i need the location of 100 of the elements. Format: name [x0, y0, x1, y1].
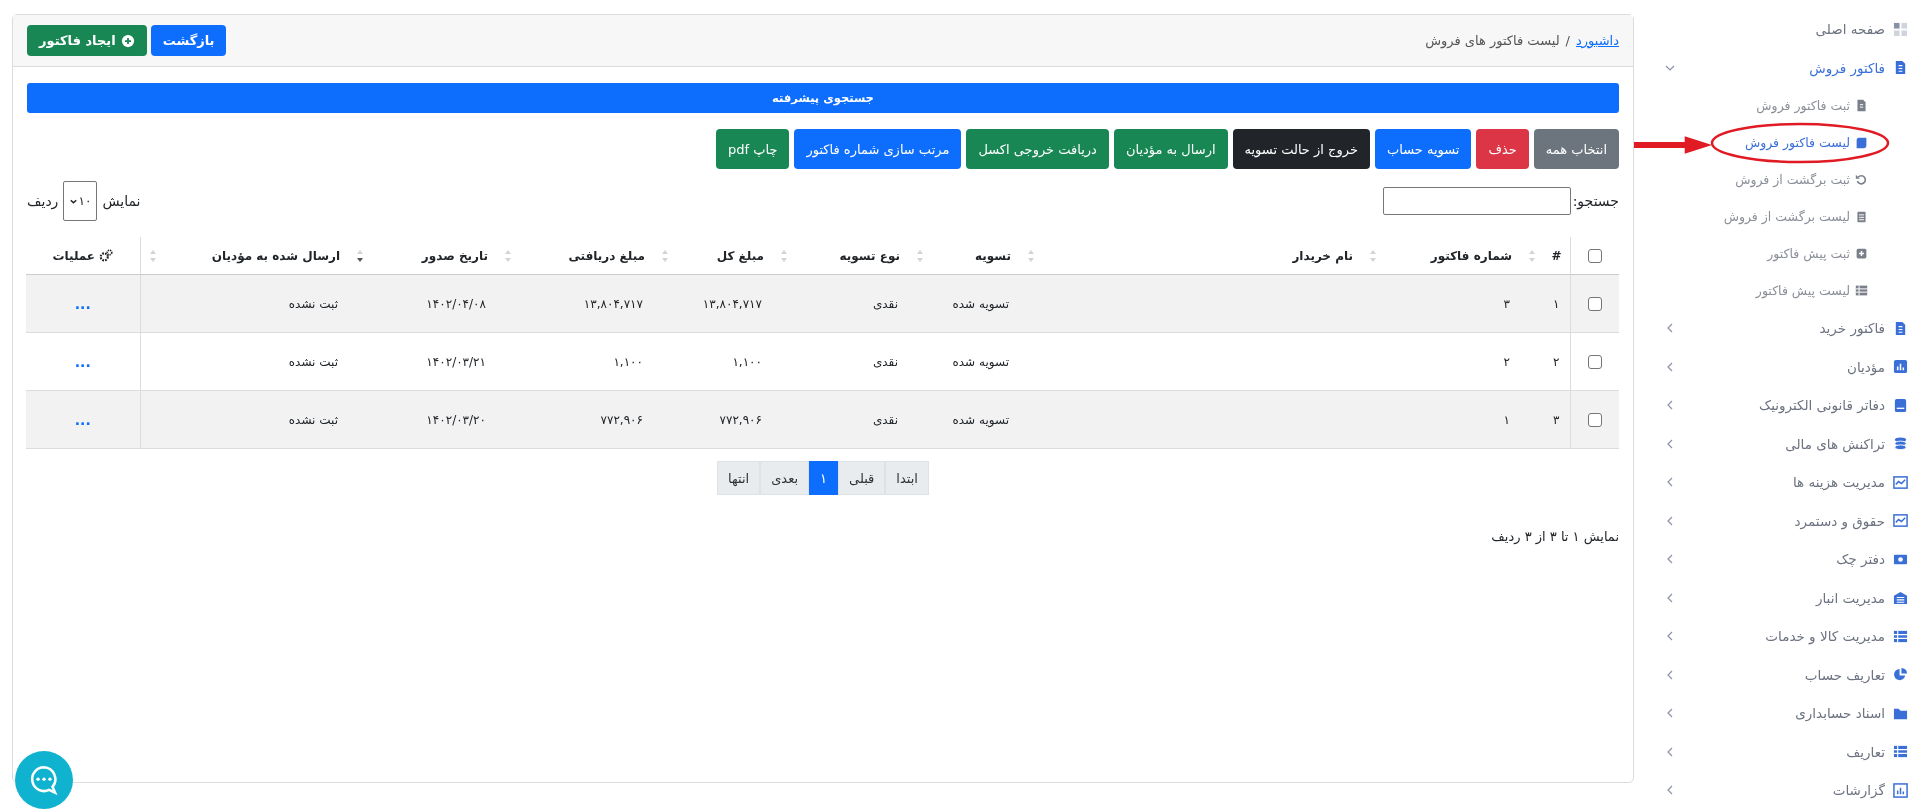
sidebar-item[interactable]: تراکنش های مالی — [1634, 424, 1908, 463]
advanced-search-button[interactable]: جستجوی پیشرفته — [27, 83, 1619, 113]
select-all-checkbox[interactable] — [1587, 248, 1602, 263]
action-button[interactable]: ارسال به مؤدیان — [1113, 129, 1228, 169]
sidebar-item[interactable]: فاکتور خرید — [1634, 309, 1908, 348]
bar-chart-icon — [1893, 359, 1908, 375]
row-checkbox[interactable] — [1587, 354, 1602, 369]
sidebar-item[interactable]: مؤدیان — [1634, 347, 1908, 386]
grid-icon — [1893, 21, 1908, 37]
chat-button[interactable] — [15, 751, 73, 809]
table-cell: ۱۴۰۲/۰۴/۰۸ — [426, 296, 486, 311]
table-info: نمایش ۱ تا ۳ از ۳ ردیف — [1490, 529, 1619, 544]
more-actions-link[interactable]: ... — [74, 353, 91, 370]
plus-circle-icon — [120, 33, 135, 48]
sidebar-item[interactable]: اسناد حسابداری — [1634, 694, 1908, 733]
sidebar-item[interactable]: تعاریف حساب — [1634, 655, 1908, 694]
book-icon — [1893, 397, 1908, 413]
column-header: عملیات — [52, 248, 96, 263]
table-cell: ۳ — [1553, 412, 1560, 427]
sidebar-subitem[interactable]: لیست برگشت از فروش — [1723, 209, 1868, 224]
sidebar-subitem[interactable]: لیست پیش فاکتور — [1755, 283, 1868, 298]
sidebar-item[interactable]: حقوق و دستمرد — [1634, 501, 1908, 540]
table-cell: تسویه شده — [952, 296, 1009, 311]
table-cell: تسویه شده — [952, 354, 1009, 369]
pagination-button[interactable]: انتها — [717, 461, 761, 495]
action-button[interactable]: حذف — [1476, 129, 1529, 169]
document-icon — [1893, 60, 1908, 76]
sidebar-item[interactable]: تعاریف — [1634, 732, 1908, 771]
column-header: # — [1551, 248, 1562, 263]
sidebar-item[interactable]: مدیریت هزینه ها — [1634, 463, 1908, 502]
breadcrumb-separator: / — [1565, 33, 1570, 48]
sidebar-item[interactable]: دفاتر قانونی الکترونیک — [1634, 386, 1908, 425]
clipboard-icon — [1855, 210, 1868, 223]
action-button[interactable]: مرتب سازی شماره فاکتور — [794, 129, 962, 169]
table-cell: نقدی — [872, 354, 898, 369]
sidebar-subitem[interactable]: ثبت فاکتور فروش — [1756, 98, 1868, 113]
list-icon — [1893, 628, 1908, 644]
search-label: جستجو: — [1572, 193, 1619, 209]
pie-chart-icon — [1893, 667, 1908, 683]
sidebar-item[interactable]: صفحه اصلی — [1634, 10, 1908, 49]
pagination-button[interactable]: بعدی — [760, 461, 810, 495]
action-button[interactable]: چاپ pdf — [715, 129, 790, 169]
table-cell: نقدی — [872, 296, 898, 311]
pagination-button[interactable]: ۱ — [809, 461, 839, 495]
table-cell: ۷۷۲,۹۰۶ — [600, 412, 643, 427]
column-header: مبلغ کل — [716, 248, 764, 263]
table-cell: ۲ — [1503, 354, 1510, 369]
sidebar-item[interactable]: فاکتور فروش — [1634, 48, 1908, 87]
action-button[interactable]: تسویه حساب — [1374, 129, 1472, 169]
page-length-unit: ردیف — [27, 193, 59, 209]
table-cell: ۱,۱۰۰ — [613, 354, 643, 369]
table-cell: ۱,۱۰۰ — [732, 354, 762, 369]
gears-icon — [99, 248, 114, 263]
column-header: تسویه — [974, 248, 1011, 263]
row-checkbox[interactable] — [1587, 296, 1602, 311]
table-cell: ۱۳,۸۰۴,۷۱۷ — [583, 296, 643, 311]
column-header: نوع تسویه — [839, 248, 900, 263]
table-cell: ۳ — [1503, 296, 1510, 311]
sort-icon[interactable] — [356, 248, 364, 263]
table-cell: ثبت نشده — [288, 296, 338, 311]
line-chart-icon — [1893, 513, 1908, 529]
list-icon — [1855, 284, 1868, 297]
action-button[interactable]: دریافت خروجی اکسل — [966, 129, 1109, 169]
column-header: مبلغ دریافتی — [568, 248, 645, 263]
create-invoice-button[interactable]: ایجاد فاکتور — [27, 25, 147, 56]
breadcrumb-current: لیست فاکتور های فروش — [1425, 33, 1560, 48]
sidebar-subitem[interactable]: ثبت پیش فاکتور — [1767, 246, 1868, 261]
sidebar-item[interactable]: مدیریت کالا و خدمات — [1634, 617, 1908, 656]
document-icon — [1893, 320, 1908, 336]
sidebar-item[interactable]: گزارشات — [1634, 771, 1908, 810]
more-actions-link[interactable]: ... — [74, 295, 91, 312]
sidebar-item[interactable]: مدیریت انبار — [1634, 578, 1908, 617]
pagination-button[interactable]: ابتدا — [885, 461, 929, 495]
table-cell: ۱۴۰۲/۰۳/۲۱ — [426, 354, 486, 369]
table-cell: تسویه شده — [952, 412, 1009, 427]
column-header: ارسال شده به مؤدیان — [211, 248, 340, 263]
column-header: تاریخ صدور — [421, 248, 488, 263]
back-button[interactable]: بازگشت — [150, 25, 227, 56]
action-button[interactable]: انتخاب همه — [1533, 129, 1619, 169]
undo-icon — [1855, 173, 1868, 186]
row-checkbox[interactable] — [1587, 412, 1602, 427]
sidebar-item[interactable]: دفتر چک — [1634, 540, 1908, 579]
table-cell: نقدی — [872, 412, 898, 427]
bar-chart-icon — [1893, 782, 1908, 798]
breadcrumb-link[interactable]: داشبورد — [1576, 33, 1619, 48]
action-button[interactable]: خروج از حالت تسویه — [1232, 129, 1370, 169]
column-header: شماره فاکتور — [1430, 248, 1512, 263]
document-icon — [1855, 99, 1868, 112]
table-cell: ثبت نشده — [288, 412, 338, 427]
sidebar-subitem[interactable]: ثبت برگشت از فروش — [1735, 172, 1868, 187]
pagination-button[interactable]: قبلی — [838, 461, 886, 495]
list-icon — [1893, 744, 1908, 760]
plus-square-icon — [1855, 247, 1868, 260]
page-length-label: نمایش — [102, 193, 141, 209]
coins-icon — [1893, 436, 1908, 452]
more-actions-link[interactable]: ... — [74, 411, 91, 428]
column-header: نام خریدار — [1292, 248, 1353, 263]
table-cell: ۱ — [1503, 412, 1510, 427]
page-length-select[interactable]: ۱۰ — [63, 181, 98, 221]
search-field[interactable] — [1382, 187, 1571, 215]
